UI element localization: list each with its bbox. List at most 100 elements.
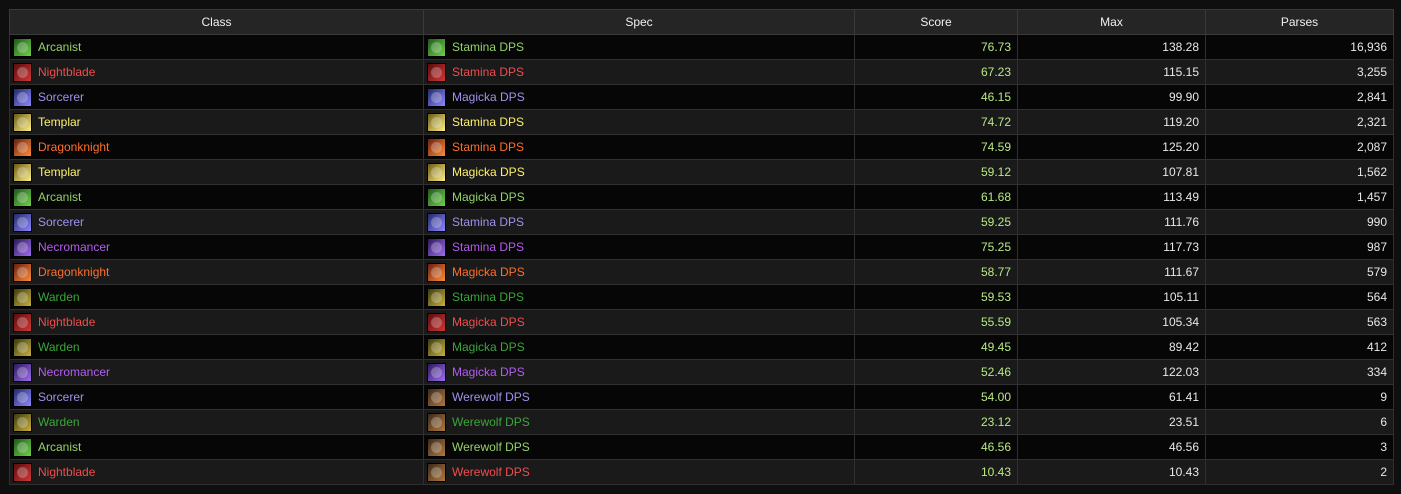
table-row[interactable]: Templar Stamina DPS 74.72 119.20 2,321	[9, 109, 1394, 135]
class-name[interactable]: Dragonknight	[38, 140, 109, 154]
table-row[interactable]: Sorcerer Stamina DPS 59.25 111.76 990	[9, 209, 1394, 235]
spec-name[interactable]: Stamina DPS	[452, 215, 524, 229]
table-row[interactable]: Arcanist Werewolf DPS 46.56 46.56 3	[9, 434, 1394, 460]
spec-cell[interactable]: Magicka DPS	[423, 159, 855, 185]
class-cell[interactable]: Warden	[9, 284, 424, 310]
class-name[interactable]: Arcanist	[38, 40, 81, 54]
spec-name[interactable]: Werewolf DPS	[452, 390, 530, 404]
class-name[interactable]: Warden	[38, 415, 80, 429]
table-row[interactable]: Sorcerer Magicka DPS 46.15 99.90 2,841	[9, 84, 1394, 110]
spec-name[interactable]: Werewolf DPS	[452, 465, 530, 479]
class-cell[interactable]: Arcanist	[9, 434, 424, 460]
class-cell[interactable]: Warden	[9, 409, 424, 435]
spec-cell[interactable]: Magicka DPS	[423, 184, 855, 210]
spec-name[interactable]: Stamina DPS	[452, 240, 524, 254]
class-cell[interactable]: Dragonknight	[9, 134, 424, 160]
spec-name[interactable]: Stamina DPS	[452, 40, 524, 54]
class-name[interactable]: Sorcerer	[38, 215, 84, 229]
spec-name[interactable]: Magicka DPS	[452, 365, 525, 379]
table-row[interactable]: Dragonknight Magicka DPS 58.77 111.67 57…	[9, 259, 1394, 285]
class-cell[interactable]: Warden	[9, 334, 424, 360]
spec-cell[interactable]: Stamina DPS	[423, 209, 855, 235]
table-row[interactable]: Sorcerer Werewolf DPS 54.00 61.41 9	[9, 384, 1394, 410]
spec-cell[interactable]: Magicka DPS	[423, 309, 855, 335]
spec-name[interactable]: Magicka DPS	[452, 265, 525, 279]
class-cell[interactable]: Dragonknight	[9, 259, 424, 285]
class-cell[interactable]: Sorcerer	[9, 209, 424, 235]
sorcerer-icon	[13, 387, 32, 407]
spec-cell[interactable]: Stamina DPS	[423, 59, 855, 85]
header-row: Class Spec Score Max Parses	[9, 9, 1394, 35]
class-cell[interactable]: Arcanist	[9, 34, 424, 60]
class-cell[interactable]: Arcanist	[9, 184, 424, 210]
table-row[interactable]: Nightblade Stamina DPS 67.23 115.15 3,25…	[9, 59, 1394, 85]
spec-name[interactable]: Stamina DPS	[452, 290, 524, 304]
class-name[interactable]: Templar	[38, 115, 81, 129]
score-cell: 61.68	[854, 184, 1018, 210]
spec-cell[interactable]: Stamina DPS	[423, 34, 855, 60]
class-cell[interactable]: Nightblade	[9, 309, 424, 335]
table-row[interactable]: Nightblade Werewolf DPS 10.43 10.43 2	[9, 459, 1394, 485]
spec-name[interactable]: Magicka DPS	[452, 315, 525, 329]
table-row[interactable]: Arcanist Stamina DPS 76.73 138.28 16,936	[9, 34, 1394, 60]
spec-name[interactable]: Stamina DPS	[452, 140, 524, 154]
class-name[interactable]: Warden	[38, 290, 80, 304]
spec-name[interactable]: Magicka DPS	[452, 340, 525, 354]
table-row[interactable]: Dragonknight Stamina DPS 74.59 125.20 2,…	[9, 134, 1394, 160]
column-header-score[interactable]: Score	[854, 9, 1018, 35]
spec-cell[interactable]: Werewolf DPS	[423, 409, 855, 435]
table-row[interactable]: Arcanist Magicka DPS 61.68 113.49 1,457	[9, 184, 1394, 210]
class-name[interactable]: Warden	[38, 340, 80, 354]
class-name[interactable]: Nightblade	[38, 315, 95, 329]
table-row[interactable]: Warden Stamina DPS 59.53 105.11 564	[9, 284, 1394, 310]
class-name[interactable]: Templar	[38, 165, 81, 179]
column-header-max[interactable]: Max	[1017, 9, 1206, 35]
class-name[interactable]: Nightblade	[38, 465, 95, 479]
spec-name[interactable]: Magicka DPS	[452, 190, 525, 204]
class-cell[interactable]: Necromancer	[9, 234, 424, 260]
table-row[interactable]: Warden Magicka DPS 49.45 89.42 412	[9, 334, 1394, 360]
spec-name[interactable]: Magicka DPS	[452, 90, 525, 104]
class-cell[interactable]: Nightblade	[9, 459, 424, 485]
class-name[interactable]: Sorcerer	[38, 90, 84, 104]
class-cell[interactable]: Templar	[9, 109, 424, 135]
class-name[interactable]: Arcanist	[38, 440, 81, 454]
spec-name[interactable]: Stamina DPS	[452, 115, 524, 129]
spec-cell[interactable]: Stamina DPS	[423, 234, 855, 260]
spec-name[interactable]: Werewolf DPS	[452, 415, 530, 429]
class-name[interactable]: Necromancer	[38, 240, 110, 254]
class-cell[interactable]: Nightblade	[9, 59, 424, 85]
spec-name[interactable]: Magicka DPS	[452, 165, 525, 179]
class-cell[interactable]: Sorcerer	[9, 84, 424, 110]
table-row[interactable]: Necromancer Magicka DPS 52.46 122.03 334	[9, 359, 1394, 385]
class-name[interactable]: Sorcerer	[38, 390, 84, 404]
spec-cell[interactable]: Werewolf DPS	[423, 384, 855, 410]
spec-cell[interactable]: Magicka DPS	[423, 334, 855, 360]
spec-cell[interactable]: Stamina DPS	[423, 284, 855, 310]
spec-name[interactable]: Werewolf DPS	[452, 440, 530, 454]
spec-cell[interactable]: Magicka DPS	[423, 359, 855, 385]
column-header-spec[interactable]: Spec	[423, 9, 855, 35]
spec-cell[interactable]: Stamina DPS	[423, 134, 855, 160]
table-row[interactable]: Templar Magicka DPS 59.12 107.81 1,562	[9, 159, 1394, 185]
class-cell[interactable]: Templar	[9, 159, 424, 185]
column-header-class[interactable]: Class	[9, 9, 424, 35]
table-row[interactable]: Warden Werewolf DPS 23.12 23.51 6	[9, 409, 1394, 435]
class-name[interactable]: Arcanist	[38, 190, 81, 204]
arcanist-icon	[13, 187, 32, 207]
column-header-parses[interactable]: Parses	[1205, 9, 1394, 35]
max-cell: 138.28	[1017, 34, 1206, 60]
class-name[interactable]: Dragonknight	[38, 265, 109, 279]
class-name[interactable]: Necromancer	[38, 365, 110, 379]
class-cell[interactable]: Sorcerer	[9, 384, 424, 410]
spec-cell[interactable]: Magicka DPS	[423, 84, 855, 110]
table-row[interactable]: Nightblade Magicka DPS 55.59 105.34 563	[9, 309, 1394, 335]
spec-name[interactable]: Stamina DPS	[452, 65, 524, 79]
spec-cell[interactable]: Magicka DPS	[423, 259, 855, 285]
class-name[interactable]: Nightblade	[38, 65, 95, 79]
class-cell[interactable]: Necromancer	[9, 359, 424, 385]
spec-cell[interactable]: Werewolf DPS	[423, 434, 855, 460]
spec-cell[interactable]: Stamina DPS	[423, 109, 855, 135]
table-row[interactable]: Necromancer Stamina DPS 75.25 117.73 987	[9, 234, 1394, 260]
spec-cell[interactable]: Werewolf DPS	[423, 459, 855, 485]
